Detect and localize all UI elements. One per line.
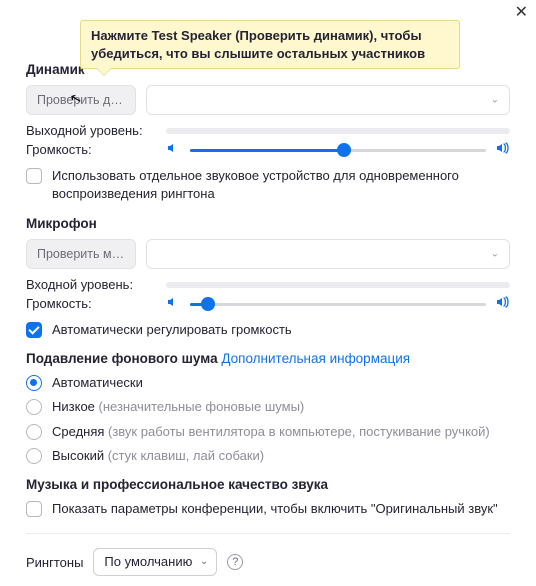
ringtone-value: По умолчанию [104,554,192,569]
separator [26,533,510,534]
noise-radio-0[interactable] [26,375,42,391]
ringtone-label: Рингтоны [26,555,83,570]
close-icon[interactable]: ✕ [515,2,528,22]
tooltip-test-speaker: Нажмите Test Speaker (Проверить динамик)… [80,20,460,69]
noise-radio-label: Автоматически [52,374,143,392]
noise-more-info-link[interactable]: Дополнительная информация [221,351,410,366]
mic-device-select[interactable]: ⌄ [146,239,510,269]
separate-ringer-label: Использовать отдельное звуковое устройст… [52,167,510,202]
volume-high-icon [496,142,510,157]
speaker-device-select[interactable]: ⌄ [146,85,510,115]
mic-volume-label: Громкость: [26,296,156,311]
chevron-down-icon: ⌄ [200,549,208,575]
noise-suppression-options: Автоматически Низкое (незначительные фоно… [26,374,510,465]
output-level-label: Выходной уровень: [26,123,156,138]
mic-input-level-meter [166,282,510,288]
mic-volume-slider[interactable] [190,297,486,311]
auto-adjust-volume-label: Автоматически регулировать громкость [52,321,292,339]
music-pro-heading: Музыка и профессиональное качество звука [26,477,510,492]
slider-thumb[interactable] [337,143,351,157]
original-sound-checkbox[interactable] [26,501,42,517]
volume-high-icon [496,296,510,311]
speaker-output-level-meter [166,128,510,134]
original-sound-label: Показать параметры конференции, чтобы вк… [52,500,498,518]
slider-fill [190,149,344,152]
volume-low-icon [166,142,180,157]
noise-suppression-heading: Подавление фонового шума Дополнительная … [26,351,510,366]
ringtone-select[interactable]: По умолчанию ⌄ [93,548,217,576]
noise-radio-label: Низкое (незначительные фоновые шумы) [52,398,304,416]
input-level-label: Входной уровень: [26,277,156,292]
chevron-down-icon: ⌄ [491,95,499,106]
noise-radio-label: Средняя (звук работы вентилятора в компь… [52,423,490,441]
speaker-volume-slider[interactable] [190,143,486,157]
volume-low-icon [166,296,180,311]
noise-radio-3[interactable] [26,448,42,464]
speaker-volume-label: Громкость: [26,142,156,157]
noise-radio-label: Высокий (стук клавиш, лай собаки) [52,447,264,465]
auto-adjust-volume-checkbox[interactable] [26,322,42,338]
ringtone-help-icon[interactable]: ? [227,554,243,570]
noise-radio-1[interactable] [26,399,42,415]
audio-settings-panel: Динамик Проверить ди… ⌄ Выходной уровень… [0,0,536,576]
separate-ringer-checkbox[interactable] [26,168,42,184]
microphone-heading: Микрофон [26,216,510,231]
noise-radio-2[interactable] [26,424,42,440]
chevron-down-icon: ⌄ [491,249,499,260]
test-mic-button[interactable]: Проверить м… [26,239,136,269]
slider-thumb[interactable] [201,297,215,311]
